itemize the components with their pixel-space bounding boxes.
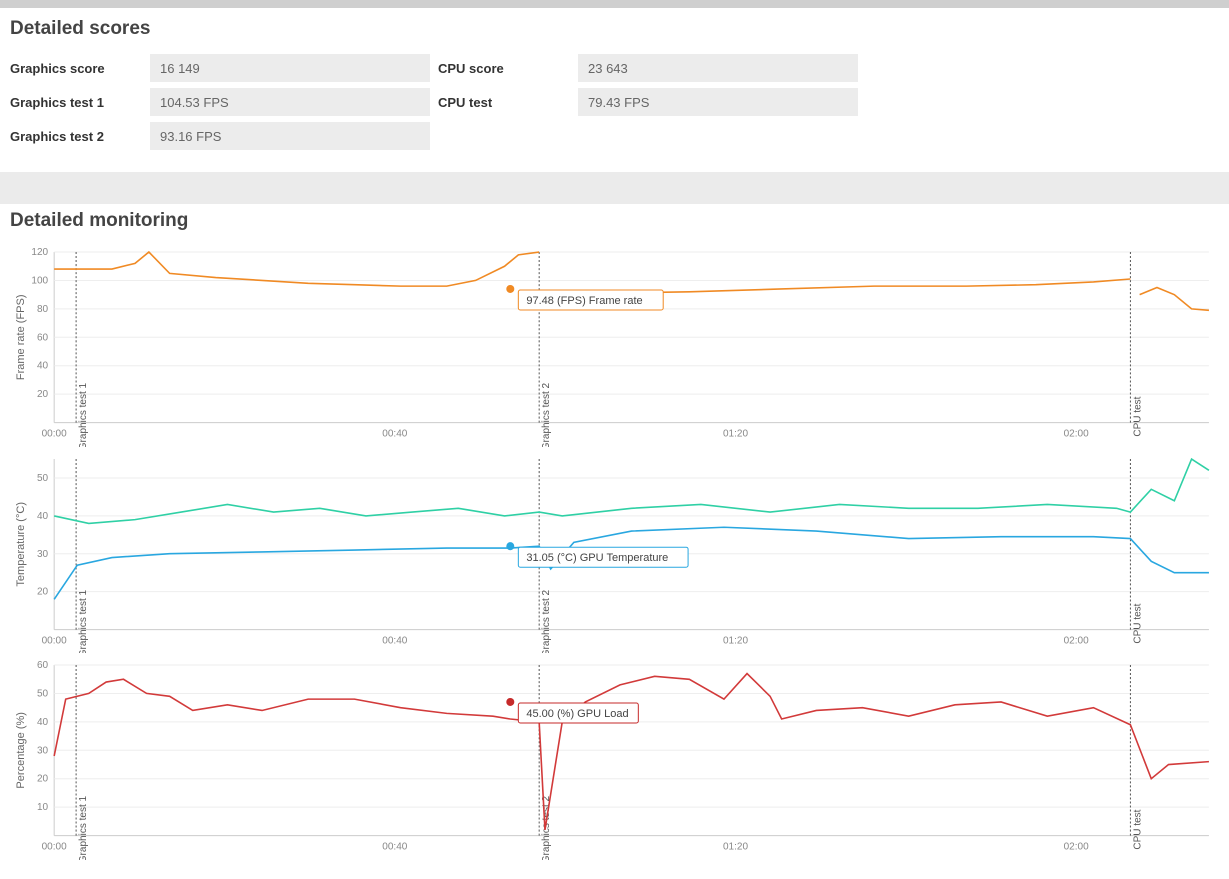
svg-text:02:00: 02:00 [1064, 842, 1089, 853]
svg-text:02:00: 02:00 [1064, 635, 1089, 646]
svg-text:40: 40 [37, 511, 49, 522]
score-value: 79.43 FPS [578, 88, 858, 116]
svg-text:01:20: 01:20 [723, 429, 748, 440]
graphics-score-row: Graphics score16 149 [10, 54, 430, 82]
detailed-monitoring-panel: Detailed monitoring 20 40 60 80 100 120 00:00 0… [0, 204, 1229, 872]
svg-text:31.05 (°C) GPU Temperature: 31.05 (°C) GPU Temperature [526, 552, 668, 564]
svg-text:60: 60 [37, 332, 49, 343]
svg-text:Frame rate (FPS): Frame rate (FPS) [15, 294, 27, 380]
chart-load: 10 20 30 40 50 60 00:00 00:40 01:20 02:00 Percenta… [10, 659, 1219, 860]
svg-text:20: 20 [37, 586, 49, 597]
svg-text:20: 20 [37, 389, 49, 400]
score-label: CPU score [438, 61, 578, 76]
score-label: Graphics test 1 [10, 95, 150, 110]
svg-text:CPU test: CPU test [1132, 603, 1143, 643]
svg-text:Graphics test 1: Graphics test 1 [78, 382, 89, 446]
svg-text:01:20: 01:20 [723, 635, 748, 646]
svg-text:30: 30 [37, 548, 49, 559]
score-value: 93.16 FPS [150, 122, 430, 150]
svg-text:00:00: 00:00 [42, 842, 67, 853]
svg-text:30: 30 [37, 746, 49, 757]
monitoring-title: Detailed monitoring [10, 210, 1219, 232]
svg-text:Temperature (°C): Temperature (°C) [15, 502, 27, 587]
score-value: 16 149 [150, 54, 430, 82]
svg-text:60: 60 [37, 660, 49, 671]
svg-text:40: 40 [37, 717, 49, 728]
svg-text:00:00: 00:00 [42, 635, 67, 646]
svg-text:45.00 (%) GPU Load: 45.00 (%) GPU Load [526, 708, 628, 720]
svg-text:Graphics test 2: Graphics test 2 [541, 589, 552, 653]
cpu-score-row: CPU test79.43 FPS [438, 88, 858, 116]
svg-text:120: 120 [31, 247, 48, 258]
svg-text:01:20: 01:20 [723, 842, 748, 853]
score-label: Graphics score [10, 61, 150, 76]
svg-text:10: 10 [37, 802, 49, 813]
top-bar [0, 0, 1229, 8]
svg-text:20: 20 [37, 774, 49, 785]
svg-text:Graphics test 2: Graphics test 2 [541, 382, 552, 446]
chart-temp: 20 30 40 50 00:00 00:40 01:20 02:00 Temperature … [10, 453, 1219, 654]
svg-text:100: 100 [31, 275, 48, 286]
score-value: 104.53 FPS [150, 88, 430, 116]
graphics-score-row: Graphics test 1104.53 FPS [10, 88, 430, 116]
svg-text:50: 50 [37, 473, 49, 484]
graphics-score-row: Graphics test 293.16 FPS [10, 122, 430, 150]
svg-text:Percentage (%): Percentage (%) [15, 712, 27, 789]
scores-title: Detailed scores [10, 18, 1219, 40]
svg-text:00:40: 00:40 [382, 635, 407, 646]
svg-text:CPU test: CPU test [1132, 810, 1143, 850]
svg-text:97.48 (FPS) Frame rate: 97.48 (FPS) Frame rate [526, 295, 642, 307]
svg-text:00:40: 00:40 [382, 429, 407, 440]
svg-text:00:40: 00:40 [382, 842, 407, 853]
scores-grid: Graphics score16 149Graphics test 1104.5… [10, 54, 1219, 156]
svg-text:80: 80 [37, 304, 49, 315]
divider-strip [0, 172, 1229, 204]
score-value: 23 643 [578, 54, 858, 82]
svg-text:40: 40 [37, 361, 49, 372]
svg-text:02:00: 02:00 [1064, 429, 1089, 440]
chart-fps: 20 40 60 80 100 120 00:00 00:40 01:20 02:00 Frame … [10, 246, 1219, 447]
detailed-scores-panel: Detailed scores Graphics score16 149Grap… [0, 8, 1229, 172]
svg-text:00:00: 00:00 [42, 429, 67, 440]
score-label: Graphics test 2 [10, 129, 150, 144]
svg-text:Graphics test 1: Graphics test 1 [78, 796, 89, 860]
svg-text:50: 50 [37, 689, 49, 700]
score-label: CPU test [438, 95, 578, 110]
svg-text:Graphics test 1: Graphics test 1 [78, 589, 89, 653]
cpu-score-row: CPU score23 643 [438, 54, 858, 82]
svg-text:CPU test: CPU test [1132, 396, 1143, 436]
